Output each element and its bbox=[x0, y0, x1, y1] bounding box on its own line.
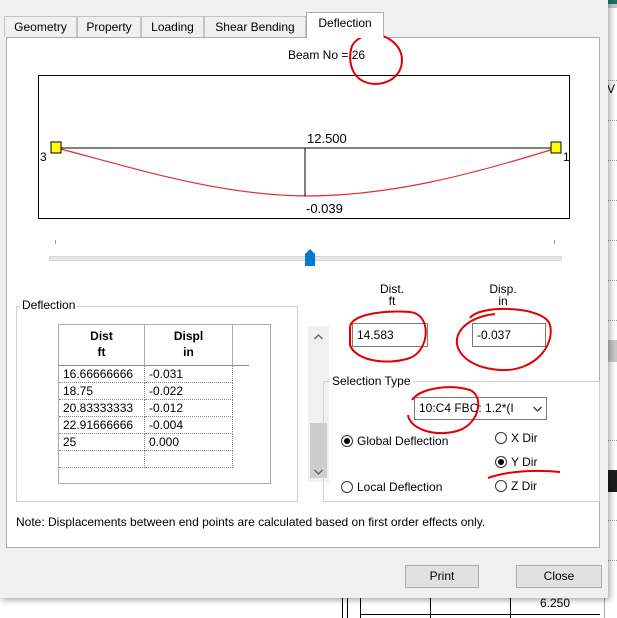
annotation-circle-dist bbox=[349, 310, 427, 363]
annotation-circle-disp bbox=[455, 307, 552, 372]
annotation-underline-y-dir bbox=[487, 469, 561, 479]
tab-deflection[interactable]: Deflection bbox=[306, 12, 384, 38]
annotation-circle-load-case bbox=[407, 386, 480, 435]
annotation-circle-beam-number bbox=[349, 33, 404, 85]
red-annotations bbox=[349, 33, 561, 479]
